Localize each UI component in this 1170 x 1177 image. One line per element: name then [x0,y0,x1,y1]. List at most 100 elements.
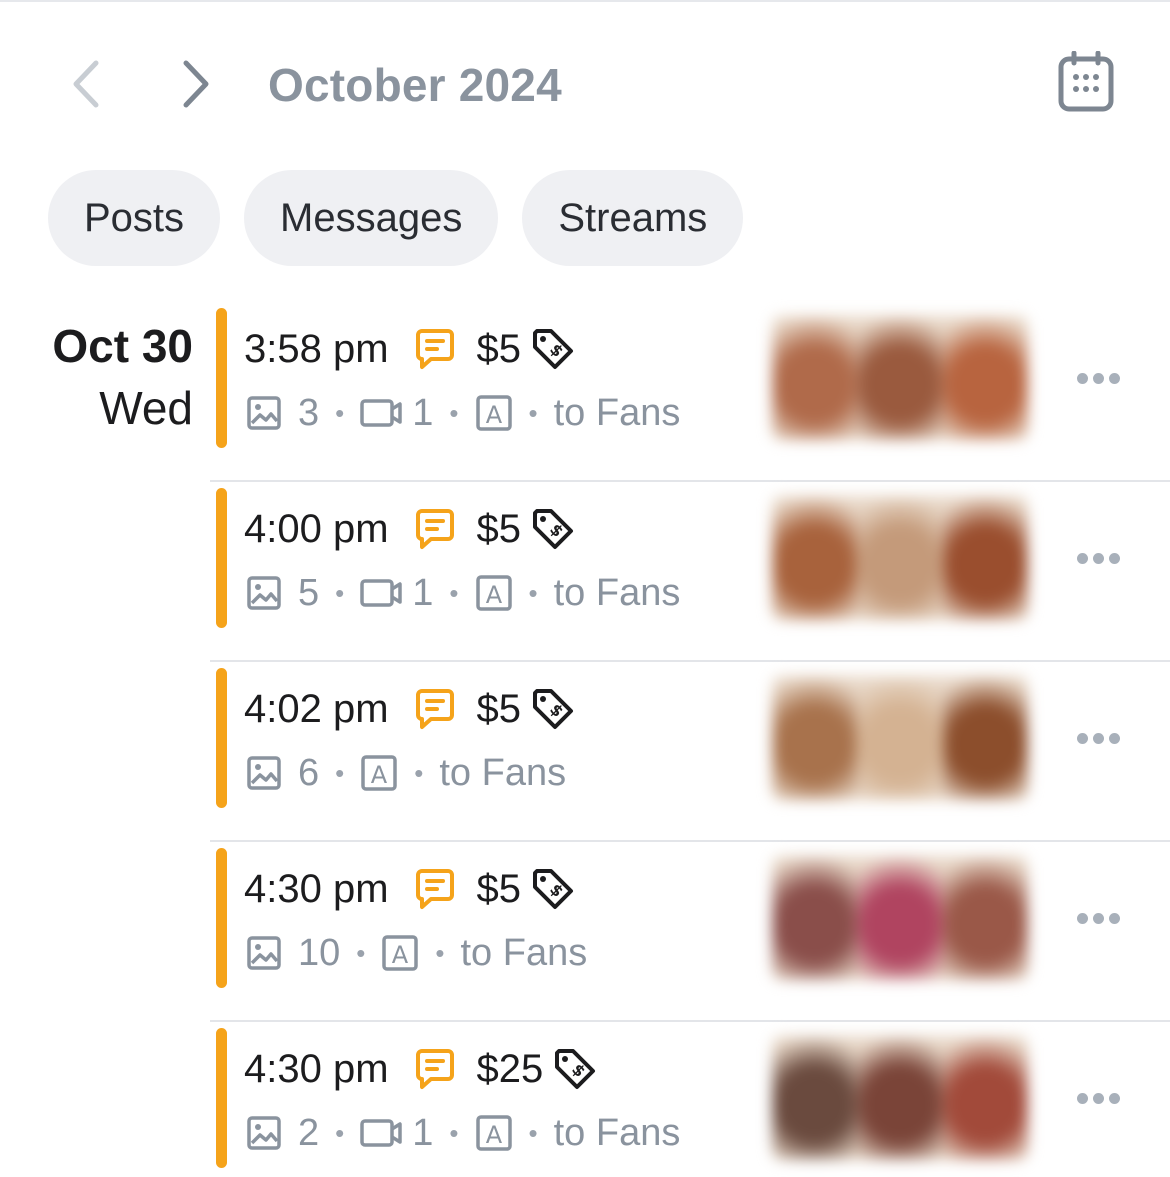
list-item[interactable]: 4:30 pm $25 $2 • 1 • A • to Fans [210,1022,1170,1177]
price-tag-icon: $ [531,327,575,371]
dot-icon [1076,372,1088,384]
dot-icon [1092,372,1104,384]
entry-meta: 5 • 1 • A • to Fans [246,568,680,618]
entry-header: 4:00 pm $5 $ [244,504,575,554]
text-badge-icon: A [360,754,398,792]
svg-text:A: A [485,1121,502,1149]
list-item[interactable]: 4:00 pm $5 $5 • 1 • A • to Fans [210,482,1170,662]
entry-header: 4:30 pm $5 $ [244,864,575,914]
more-options-button[interactable] [1070,540,1126,576]
dot-icon [1092,912,1104,924]
media-thumbnails[interactable] [772,496,1028,620]
thumbnail-image [772,316,858,440]
list-item[interactable]: 4:30 pm $5 $10 • A • to Fans [210,842,1170,1022]
image-count: 3 [298,391,320,434]
entry-header: 3:58 pm $5 $ [244,324,575,374]
price-tag-icon: $ [531,507,575,551]
media-thumbnails[interactable] [772,316,1028,440]
entry-meta: 6 • A • to Fans [246,748,566,798]
chevron-right-icon [183,60,209,108]
dot-icon [1108,552,1120,564]
calendar-header: October 2024 [0,40,1170,130]
calendar-button[interactable] [1052,48,1120,116]
svg-text:A: A [371,761,388,789]
dot-icon [1108,372,1120,384]
price-tag-icon: $ [531,867,575,911]
entry-time: 4:30 pm [244,866,389,911]
more-options-button[interactable] [1070,900,1126,936]
message-icon [415,867,455,911]
text-badge-icon: A [475,574,513,612]
separator-dot: • [449,397,459,428]
separator-dot: • [528,577,538,608]
image-icon [246,935,282,971]
more-options-button[interactable] [1070,1080,1126,1116]
day-weekday: Wed [99,382,193,434]
separator-dot: • [335,1117,345,1148]
calendar-icon [1058,51,1114,112]
entry-header: 4:30 pm $25 $ [244,1044,597,1094]
video-count: 1 [412,571,434,614]
video-icon [360,575,404,611]
entry-price: $5 [476,326,522,371]
dot-icon [1076,1092,1088,1104]
separator-dot: • [414,757,424,788]
entry-time: 4:02 pm [244,686,389,731]
thumbnail-image [857,1036,943,1160]
top-divider [0,0,1170,2]
text-badge-icon: A [381,934,419,972]
entry-price: $5 [476,506,522,551]
tab-messages[interactable]: Messages [244,170,499,266]
message-icon [415,507,455,551]
image-icon [246,395,282,431]
more-options-button[interactable] [1070,720,1126,756]
next-month-button[interactable] [166,54,226,114]
text-badge-icon: A [475,1114,513,1152]
status-bar [216,1028,227,1168]
list-item[interactable]: 3:58 pm $5 $3 • 1 • A • to Fans [210,302,1170,482]
filter-tabs: Posts Messages Streams [48,170,744,266]
audience-label: to Fans [553,1111,681,1154]
image-icon [246,755,282,791]
tab-streams[interactable]: Streams [522,170,744,266]
tab-posts[interactable]: Posts [48,170,221,266]
entry-meta: 10 • A • to Fans [246,928,587,978]
image-icon [246,575,282,611]
media-thumbnails[interactable] [772,676,1028,800]
thumbnail-image [857,316,943,440]
audience-label: to Fans [460,931,588,974]
status-bar [216,668,227,808]
video-icon [360,1115,404,1151]
audience-label: to Fans [553,571,681,614]
media-thumbnails[interactable] [772,1036,1028,1160]
entry-meta: 3 • 1 • A • to Fans [246,388,680,438]
image-count: 10 [298,931,341,974]
entry-time: 4:00 pm [244,506,389,551]
dot-icon [1108,1092,1120,1104]
audience-label: to Fans [553,391,681,434]
thumbnail-image [857,676,943,800]
more-options-button[interactable] [1070,360,1126,396]
svg-text:A: A [485,401,502,429]
thumbnail-image [857,496,943,620]
video-icon [360,395,404,431]
entry-price: $5 [476,866,522,911]
separator-dot: • [528,397,538,428]
status-bar [216,848,227,988]
list-item[interactable]: 4:02 pm $5 $6 • A • to Fans [210,662,1170,842]
dot-icon [1108,912,1120,924]
separator-dot: • [435,937,445,968]
message-icon [415,1047,455,1091]
image-count: 2 [298,1111,320,1154]
entry-time: 3:58 pm [244,326,389,371]
chevron-left-icon [73,60,99,108]
message-icon [415,687,455,731]
thumbnail-image [942,856,1028,980]
prev-month-button[interactable] [56,54,116,114]
day-label: Oct 30 Wed [0,316,193,438]
video-count: 1 [412,391,434,434]
entry-price: $25 [476,1046,544,1091]
media-thumbnails[interactable] [772,856,1028,980]
audience-label: to Fans [439,751,567,794]
entry-time: 4:30 pm [244,1046,389,1091]
